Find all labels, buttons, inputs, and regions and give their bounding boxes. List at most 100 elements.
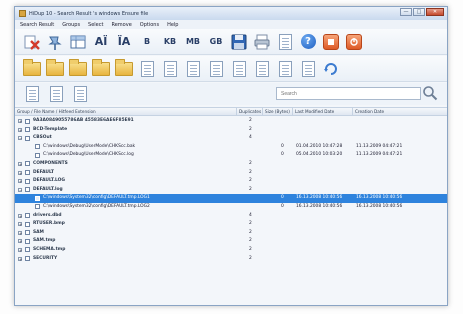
group-checkbox[interactable] — [25, 187, 30, 193]
print-icon[interactable] — [253, 33, 271, 51]
minimize-button[interactable]: — — [400, 8, 412, 16]
menu-help[interactable]: Help — [167, 22, 178, 28]
expand-toggle[interactable]: + — [18, 161, 22, 166]
group-row[interactable]: + SAM 2 — [15, 229, 447, 238]
file-checkbox[interactable] — [35, 152, 40, 158]
file-compare-icon[interactable] — [71, 85, 89, 103]
file-select-icon[interactable] — [138, 60, 156, 78]
close-button[interactable]: ✕ — [426, 8, 444, 16]
pin-icon[interactable] — [46, 33, 64, 51]
group-row[interactable]: + BCD-Template 2 — [15, 126, 447, 135]
sort-name-asc-icon[interactable]: AÏ — [92, 33, 110, 51]
group-row[interactable]: + RTUSER.bmp 2 — [15, 220, 447, 229]
folder-check-icon[interactable] — [115, 58, 133, 78]
file-row[interactable]: C:\windows\Debug\UserMode\CHKScc.log 0 05.… — [15, 151, 447, 160]
file-checkbox[interactable] — [35, 195, 40, 201]
duplicates-count: 2 — [249, 186, 252, 192]
creation-date: 11.13.2009 04:47:21 — [356, 152, 403, 158]
file-checkbox[interactable] — [35, 144, 40, 150]
file-check-icon[interactable] — [184, 60, 202, 78]
search-icon[interactable] — [422, 85, 438, 101]
group-checkbox[interactable] — [25, 247, 30, 253]
expand-toggle[interactable]: + — [18, 230, 22, 235]
group-row[interactable]: + SCHEMA.tmp 2 — [15, 246, 447, 255]
size-bytes-button[interactable]: B — [138, 33, 156, 51]
group-row[interactable]: − CBSOut 4 — [15, 134, 447, 143]
refresh-icon[interactable] — [322, 60, 340, 78]
group-row[interactable]: − DEFAULT.log 2 — [15, 186, 447, 195]
file-mark-icon[interactable] — [253, 60, 271, 78]
document-icon[interactable] — [276, 33, 294, 51]
file-row[interactable]: C:\windows\System32\config\DEFAULT.tmp.L… — [15, 194, 447, 203]
expand-toggle[interactable]: + — [18, 127, 22, 132]
file-checkbox[interactable] — [35, 204, 40, 210]
menu-groups[interactable]: Groups — [62, 22, 80, 28]
maximize-button[interactable]: □ — [413, 8, 425, 16]
folder-icon[interactable] — [23, 58, 41, 78]
collapse-toggle[interactable]: − — [18, 187, 22, 192]
group-row[interactable]: + DEFAULT 2 — [15, 169, 447, 178]
size-gb-button[interactable]: GB — [207, 33, 225, 51]
title-bar[interactable]: HiDup 10 - Search Result 's windows Ensu… — [15, 7, 447, 20]
file-move-icon[interactable] — [276, 60, 294, 78]
group-checkbox[interactable] — [25, 127, 30, 133]
file-options-icon[interactable] — [23, 85, 41, 103]
menu-select[interactable]: Select — [88, 22, 103, 28]
file-row[interactable]: C:\windows\Debug\UserMode\CHKScc.bak 0 01.… — [15, 143, 447, 152]
file-export-icon[interactable] — [299, 60, 317, 78]
exit-icon[interactable] — [345, 33, 363, 51]
column-header-duplicates[interactable]: Duplicates — [237, 108, 263, 116]
expand-toggle[interactable]: + — [18, 179, 22, 184]
size-mb-button[interactable]: MB — [184, 33, 202, 51]
group-checkbox[interactable] — [25, 238, 30, 244]
column-header-size[interactable]: Size (Bytes) — [263, 108, 293, 116]
group-checkbox[interactable] — [25, 178, 30, 184]
group-checkbox[interactable] — [25, 118, 30, 124]
duplicates-count: 4 — [249, 135, 252, 141]
group-row[interactable]: + COMPONENTS 2 — [15, 160, 447, 169]
folder-group-icon[interactable] — [92, 58, 110, 78]
column-header-modified[interactable]: Last Modified Date — [293, 108, 353, 116]
columns-view-icon[interactable] — [69, 33, 87, 51]
folder-select-icon[interactable] — [69, 58, 87, 78]
expand-toggle[interactable]: + — [18, 256, 22, 261]
expand-toggle[interactable]: + — [18, 247, 22, 252]
file-row[interactable]: C:\windows\System32\config\DEFAULT.tmp.L… — [15, 203, 447, 212]
expand-toggle[interactable]: + — [18, 222, 22, 227]
group-row[interactable]: + SECURITY 2 — [15, 255, 447, 264]
group-checkbox[interactable] — [25, 230, 30, 236]
file-size: 0 — [281, 152, 284, 158]
group-checkbox[interactable] — [25, 161, 30, 167]
file-filter-icon[interactable] — [47, 85, 65, 103]
file-add-icon[interactable] — [230, 60, 248, 78]
menu-options[interactable]: Options — [140, 22, 159, 28]
folder-open-icon[interactable] — [46, 58, 64, 78]
group-row[interactable]: + DEFAULT.LOG 2 — [15, 177, 447, 186]
size-kb-button[interactable]: KB — [161, 33, 179, 51]
expand-toggle[interactable]: + — [18, 239, 22, 244]
group-checkbox[interactable] — [25, 135, 30, 141]
remove-files-icon[interactable] — [23, 33, 41, 51]
group-checkbox[interactable] — [25, 256, 30, 261]
column-header-created[interactable]: Creation Date — [353, 108, 447, 116]
menu-search-result[interactable]: Search Result — [20, 22, 54, 28]
files-group-icon[interactable] — [207, 60, 225, 78]
save-icon[interactable] — [230, 33, 248, 51]
hidup-logo-icon[interactable] — [322, 33, 340, 51]
group-checkbox[interactable] — [25, 213, 30, 219]
expand-toggle[interactable]: + — [18, 213, 22, 218]
sort-name-desc-icon[interactable]: ÏA — [115, 33, 133, 51]
group-checkbox[interactable] — [25, 221, 30, 227]
search-input[interactable] — [276, 87, 421, 100]
file-copy-icon[interactable] — [161, 60, 179, 78]
column-header-name[interactable]: Group / File Name / Hitfeed Extension — [15, 108, 237, 116]
collapse-toggle[interactable]: − — [18, 136, 22, 141]
help-icon[interactable]: ? — [299, 33, 317, 51]
group-checkbox[interactable] — [25, 170, 30, 176]
menu-remove[interactable]: Remove — [111, 22, 131, 28]
group-row[interactable]: +9A3A0849055786AB 45583E6AE6F85E91 2 — [15, 117, 447, 126]
group-row[interactable]: + SAM.tmp 2 — [15, 237, 447, 246]
expand-toggle[interactable]: + — [18, 170, 22, 175]
expand-toggle[interactable]: + — [18, 119, 22, 124]
group-row[interactable]: + drivers.dbd 4 — [15, 212, 447, 221]
